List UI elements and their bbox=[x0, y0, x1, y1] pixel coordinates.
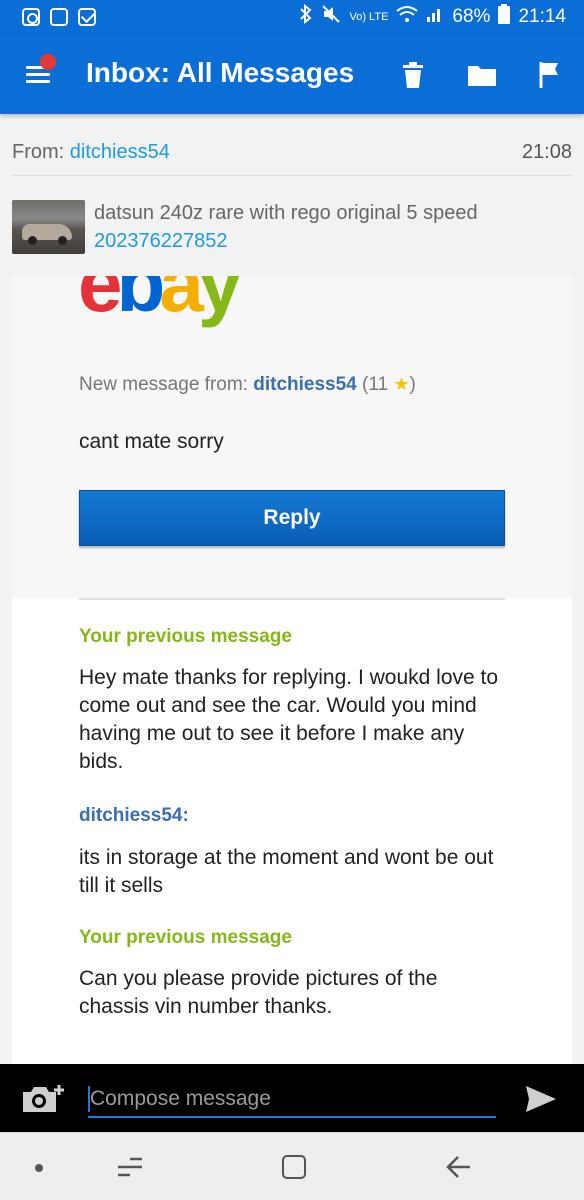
add-photo-button[interactable] bbox=[22, 1084, 64, 1114]
page-title: Inbox: All Messages bbox=[86, 57, 355, 88]
message-thread: Your previous message Hey mate thanks fo… bbox=[12, 598, 572, 1064]
thread-heading: ditchiess54: bbox=[79, 805, 189, 826]
email-panel: ebay New message from: ditchiess54 (11 ★… bbox=[12, 276, 572, 598]
back-button[interactable] bbox=[444, 1153, 472, 1181]
recents-button[interactable] bbox=[116, 1155, 144, 1179]
text-caret bbox=[88, 1086, 90, 1112]
battery-icon bbox=[498, 4, 511, 30]
menu-button[interactable] bbox=[22, 54, 56, 88]
message-body: cant mate sorry bbox=[79, 430, 224, 453]
thread-heading: Your previous message bbox=[79, 927, 292, 948]
reply-button[interactable]: Reply bbox=[79, 490, 505, 546]
compose-input[interactable] bbox=[88, 1082, 496, 1118]
flag-icon bbox=[539, 62, 558, 88]
signal-icon bbox=[426, 5, 444, 29]
ebay-logo: ebay bbox=[78, 276, 242, 328]
folder-icon bbox=[468, 66, 496, 86]
send-button[interactable] bbox=[524, 1084, 560, 1114]
new-message-line: New message from: ditchiess54 (11 ★) bbox=[79, 374, 416, 396]
nav-dot-icon bbox=[35, 1164, 43, 1172]
mute-icon bbox=[321, 4, 341, 30]
status-bar: Vo) LTE 68% 21:14 bbox=[0, 0, 584, 34]
divider bbox=[79, 598, 505, 600]
delete-icon bbox=[403, 62, 423, 88]
thread-heading: Your previous message bbox=[79, 626, 292, 647]
thread-body: Can you please provide pictures of the c… bbox=[79, 967, 438, 1018]
new-message-label: New message from: bbox=[79, 374, 254, 395]
star-icon: ★ bbox=[393, 374, 410, 394]
listing-title: datsun 240z rare with rego original 5 sp… bbox=[94, 202, 478, 224]
flag-button[interactable] bbox=[536, 60, 566, 90]
back-icon bbox=[446, 1156, 470, 1178]
move-to-folder-button[interactable] bbox=[466, 60, 496, 90]
recents-icon bbox=[118, 1157, 142, 1177]
listing-row[interactable]: datsun 240z rare with rego original 5 sp… bbox=[12, 198, 572, 258]
thread-body: its in storage at the moment and wont be… bbox=[79, 846, 494, 897]
feedback-open: (11 bbox=[356, 374, 394, 395]
from-label: From: bbox=[12, 141, 70, 163]
sender-link[interactable]: ditchiess54 bbox=[253, 374, 357, 395]
clock: 21:14 bbox=[518, 6, 566, 27]
send-icon bbox=[526, 1086, 556, 1112]
camera-icon bbox=[23, 1085, 64, 1112]
app-bar: Inbox: All Messages bbox=[0, 34, 584, 114]
notification-dot bbox=[40, 54, 56, 70]
network-label: Vo) LTE bbox=[349, 11, 389, 23]
listing-number-link[interactable]: 202376227852 bbox=[94, 230, 227, 253]
thread-body: Hey mate thanks for replying. I woukd lo… bbox=[79, 666, 499, 773]
wifi-icon bbox=[396, 5, 419, 29]
feedback-close: ) bbox=[409, 374, 416, 395]
mail-notification-icon bbox=[78, 8, 96, 26]
instagram-notification-icon bbox=[22, 8, 40, 26]
message-header: From: ditchiess54 21:08 bbox=[12, 132, 572, 176]
bluetooth-icon bbox=[299, 3, 313, 30]
system-nav-bar bbox=[0, 1132, 584, 1200]
from-user-link[interactable]: ditchiess54 bbox=[70, 141, 170, 163]
compose-bar bbox=[0, 1064, 584, 1132]
home-button[interactable] bbox=[282, 1155, 306, 1179]
delete-button[interactable] bbox=[398, 60, 428, 90]
battery-level: 68% bbox=[452, 6, 491, 27]
message-time: 21:08 bbox=[521, 141, 572, 163]
listing-thumbnail[interactable] bbox=[12, 200, 85, 254]
from-line: From: ditchiess54 bbox=[12, 141, 170, 164]
calendar-notification-icon bbox=[50, 8, 68, 26]
